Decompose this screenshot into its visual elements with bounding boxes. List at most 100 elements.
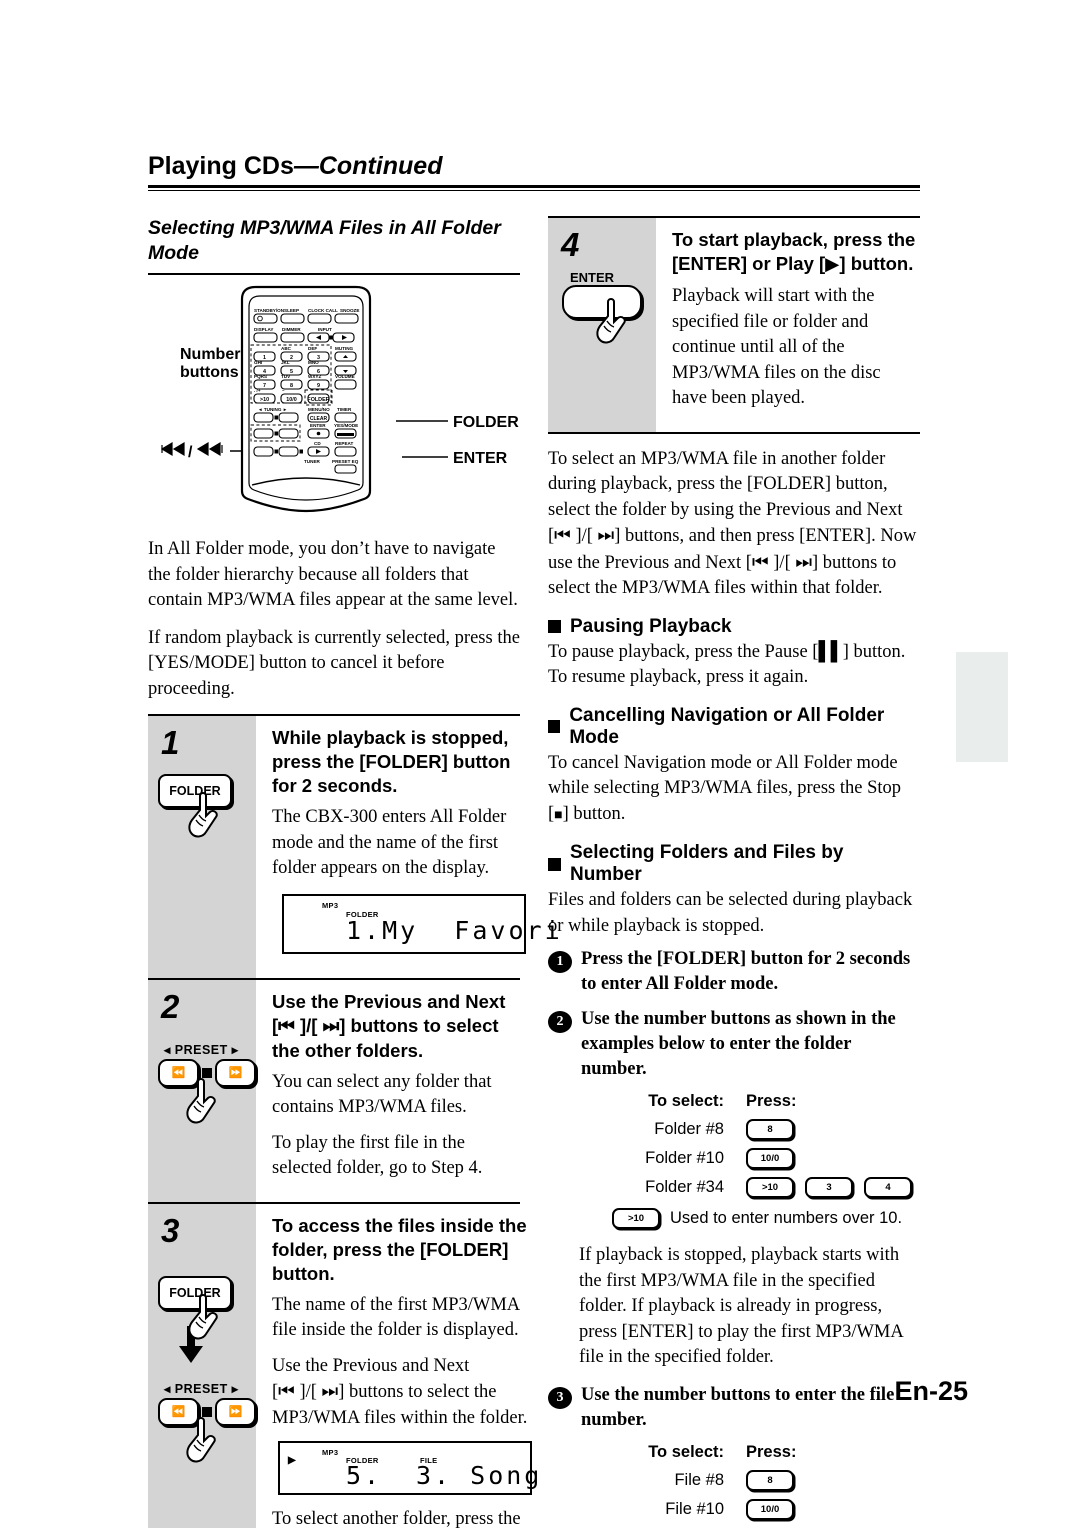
svg-text:CD: CD <box>314 441 321 446</box>
step-3-number-cell: 3 FOLDER ◂ PRESET ▸ ⏪ ⏩ <box>148 1203 256 1528</box>
svg-text:CLEAR: CLEAR <box>310 416 328 422</box>
preset-label: ◂ PRESET ▸ <box>164 1042 239 1057</box>
svg-text:CLOCK CALL: CLOCK CALL <box>308 308 338 313</box>
svg-text:8: 8 <box>290 383 293 389</box>
pointing-hand-icon <box>596 298 626 344</box>
step-1-number: 1 <box>161 724 180 761</box>
step-2-key-art: ◂ PRESET ▸ ⏪ ⏩ <box>158 1042 256 1123</box>
svg-text:PRESET EQ: PRESET EQ <box>332 459 359 464</box>
svg-text:/: / <box>188 444 193 461</box>
cancelling-navigation-body: To cancel Navigation mode or All Folder … <box>548 752 902 824</box>
svg-text:DISPLAY: DISPLAY <box>254 327 274 332</box>
step-3-body-3: To select another folder, press the [FOL… <box>272 1509 521 1528</box>
step-4-number-cell: 4 ENTER <box>548 218 656 432</box>
folder-table-header: To select: Press: <box>606 1092 920 1111</box>
callout-enter: ENTER <box>402 450 508 467</box>
step-2-heading: Use the Previous and Next [⏮ ]/[ ⏭] butto… <box>272 990 506 1061</box>
svg-text:FOLDER: FOLDER <box>307 397 329 403</box>
display-text: 1.My Favori <box>346 915 563 945</box>
svg-text:REPEAT: REPEAT <box>335 441 353 446</box>
svg-text:YES/MODE: YES/MODE <box>334 423 358 428</box>
step-1-body: The CBX-300 enters All Folder mode and t… <box>272 807 507 878</box>
numbered-item-1-text: Press the [FOLDER] button for 2 seconds … <box>581 949 911 994</box>
step-2-body-1: You can select any folder that contains … <box>272 1071 492 1118</box>
step-3-display-panel: ▶ MP3 FOLDER FILE 5. 3. Song <box>278 1441 539 1495</box>
file-table-header: To select: Press: <box>606 1443 920 1462</box>
svg-text:DIMMER: DIMMER <box>282 327 301 332</box>
folder-table-col1-header: To select: <box>648 1092 724 1110</box>
display-mp3-indicator: MP3 <box>322 900 339 910</box>
svg-text:4: 4 <box>263 369 266 375</box>
subheading-text: Cancelling Navigation or All Folder Mode <box>569 704 885 748</box>
file-table-row: File #10 10/0 <box>606 1498 920 1520</box>
step-3-key-art-folder: FOLDER <box>158 1275 256 1339</box>
step-3-body-1: The name of the first MP3/WMA file insid… <box>272 1294 520 1341</box>
circle-number-2: 2 <box>548 1011 572 1033</box>
step-4-heading: To start playback, press the [ENTER] or … <box>672 229 916 275</box>
display-file-text: 3. Song <box>416 1461 543 1490</box>
svg-text:MENU/NO: MENU/NO <box>308 407 330 412</box>
bullet-square-icon <box>548 857 561 871</box>
intro-paragraph-2: If random playback is currently selected… <box>148 627 520 699</box>
step-4: 4 ENTER To start playback, press the [EN… <box>548 216 920 434</box>
remote-control-figure: Number buttons / FOLDER ENTER STANDBY/ON… <box>148 275 520 537</box>
callout-folder: FOLDER <box>396 414 519 431</box>
file-row-label: File #10 <box>665 1499 724 1518</box>
svg-text:STANDBY/ON: STANDBY/ON <box>254 308 285 313</box>
svg-text:3: 3 <box>317 355 320 361</box>
svg-text:6: 6 <box>317 369 320 375</box>
step-4-key-art: ENTER <box>562 270 656 344</box>
display-mp3-indicator: MP3 <box>322 1448 339 1457</box>
callout-number-buttons: Number <box>180 346 240 363</box>
number-key-icon: 8 <box>746 1469 794 1491</box>
step-1: 1 FOLDER While playback is stopped, pres… <box>148 714 560 978</box>
circle-number-1: 1 <box>548 951 572 973</box>
svg-text:SNOOZE: SNOOZE <box>340 308 359 313</box>
page-number: En-25 <box>894 1376 968 1406</box>
display-play-indicator: ▶ <box>288 1455 296 1466</box>
pointing-hand-icon <box>186 1416 216 1462</box>
step-4-body: Playback will start with the specified f… <box>672 286 881 408</box>
number-key-icon: 4 <box>864 1177 912 1198</box>
step-1-display-panel: MP3 FOLDER 1.My Favori <box>282 893 560 954</box>
step-4-number: 4 <box>561 226 580 263</box>
subheading-pausing-playback: Pausing Playback <box>548 616 920 638</box>
svg-text:ABC: ABC <box>281 346 292 351</box>
folder-row-label: Folder #10 <box>645 1149 724 1167</box>
remote-body: STANDBY/ON SLEEP CLOCK CALL SNOOZE DISPLAY D… <box>240 285 372 513</box>
header-rule-thick <box>148 185 920 188</box>
running-head: Playing CDs—Continued <box>148 152 920 191</box>
step-2-number: 2 <box>161 987 180 1025</box>
numbered-item-2-text: Use the number buttons as shown in the e… <box>581 1009 896 1079</box>
number-key-icon: 10/0 <box>746 1498 794 1520</box>
file-table-col1-header: To select: <box>648 1442 724 1461</box>
svg-text:5: 5 <box>290 369 293 375</box>
manual-page: Playing CDs—Continued Selecting MP3/WMA … <box>0 0 1080 1528</box>
subheading-text: Selecting Folders and Files by Number <box>569 842 844 885</box>
file-row-label: File #8 <box>674 1470 724 1489</box>
section-title: Selecting MP3/WMA Files in All Folder Mo… <box>148 217 501 264</box>
svg-text:INPUT: INPUT <box>318 327 332 332</box>
folder-table-row: Folder #34 >10 3 4 <box>606 1177 920 1198</box>
index-tab-marker <box>956 652 1008 762</box>
display-folder-number: 5. <box>346 1461 383 1490</box>
numbered-item-2: 2 Use the number buttons as shown in the… <box>548 1007 920 1082</box>
folder-table-note-text: Used to enter numbers over 10. <box>670 1209 903 1227</box>
step-1-number-cell: 1 FOLDER <box>148 716 256 978</box>
after-folder-table-paragraph: If playback is stopped, playback starts … <box>579 1245 903 1367</box>
number-key-icon: >10 <box>746 1177 794 1198</box>
step-3-number: 3 <box>161 1211 180 1249</box>
svg-text:10/0: 10/0 <box>286 397 297 403</box>
svg-text:MUTING: MUTING <box>335 346 354 351</box>
folder-table-col2-header: Press: <box>746 1092 797 1110</box>
folder-row-label: Folder #8 <box>654 1120 724 1138</box>
step-3-content: To access the files inside the folder, p… <box>256 1204 539 1528</box>
svg-text:2: 2 <box>290 355 293 361</box>
step-1-key-art: FOLDER <box>158 774 256 838</box>
pausing-playback-body: To pause playback, press the Pause [▌▌] … <box>548 641 906 688</box>
step-1-content: While playback is stopped, press the [FO… <box>256 716 560 978</box>
svg-text:FOLDER: FOLDER <box>453 414 519 431</box>
number-key-icon: 10/0 <box>746 1148 794 1169</box>
header-rule-thin <box>148 190 920 191</box>
svg-text:TUNER: TUNER <box>304 459 321 464</box>
